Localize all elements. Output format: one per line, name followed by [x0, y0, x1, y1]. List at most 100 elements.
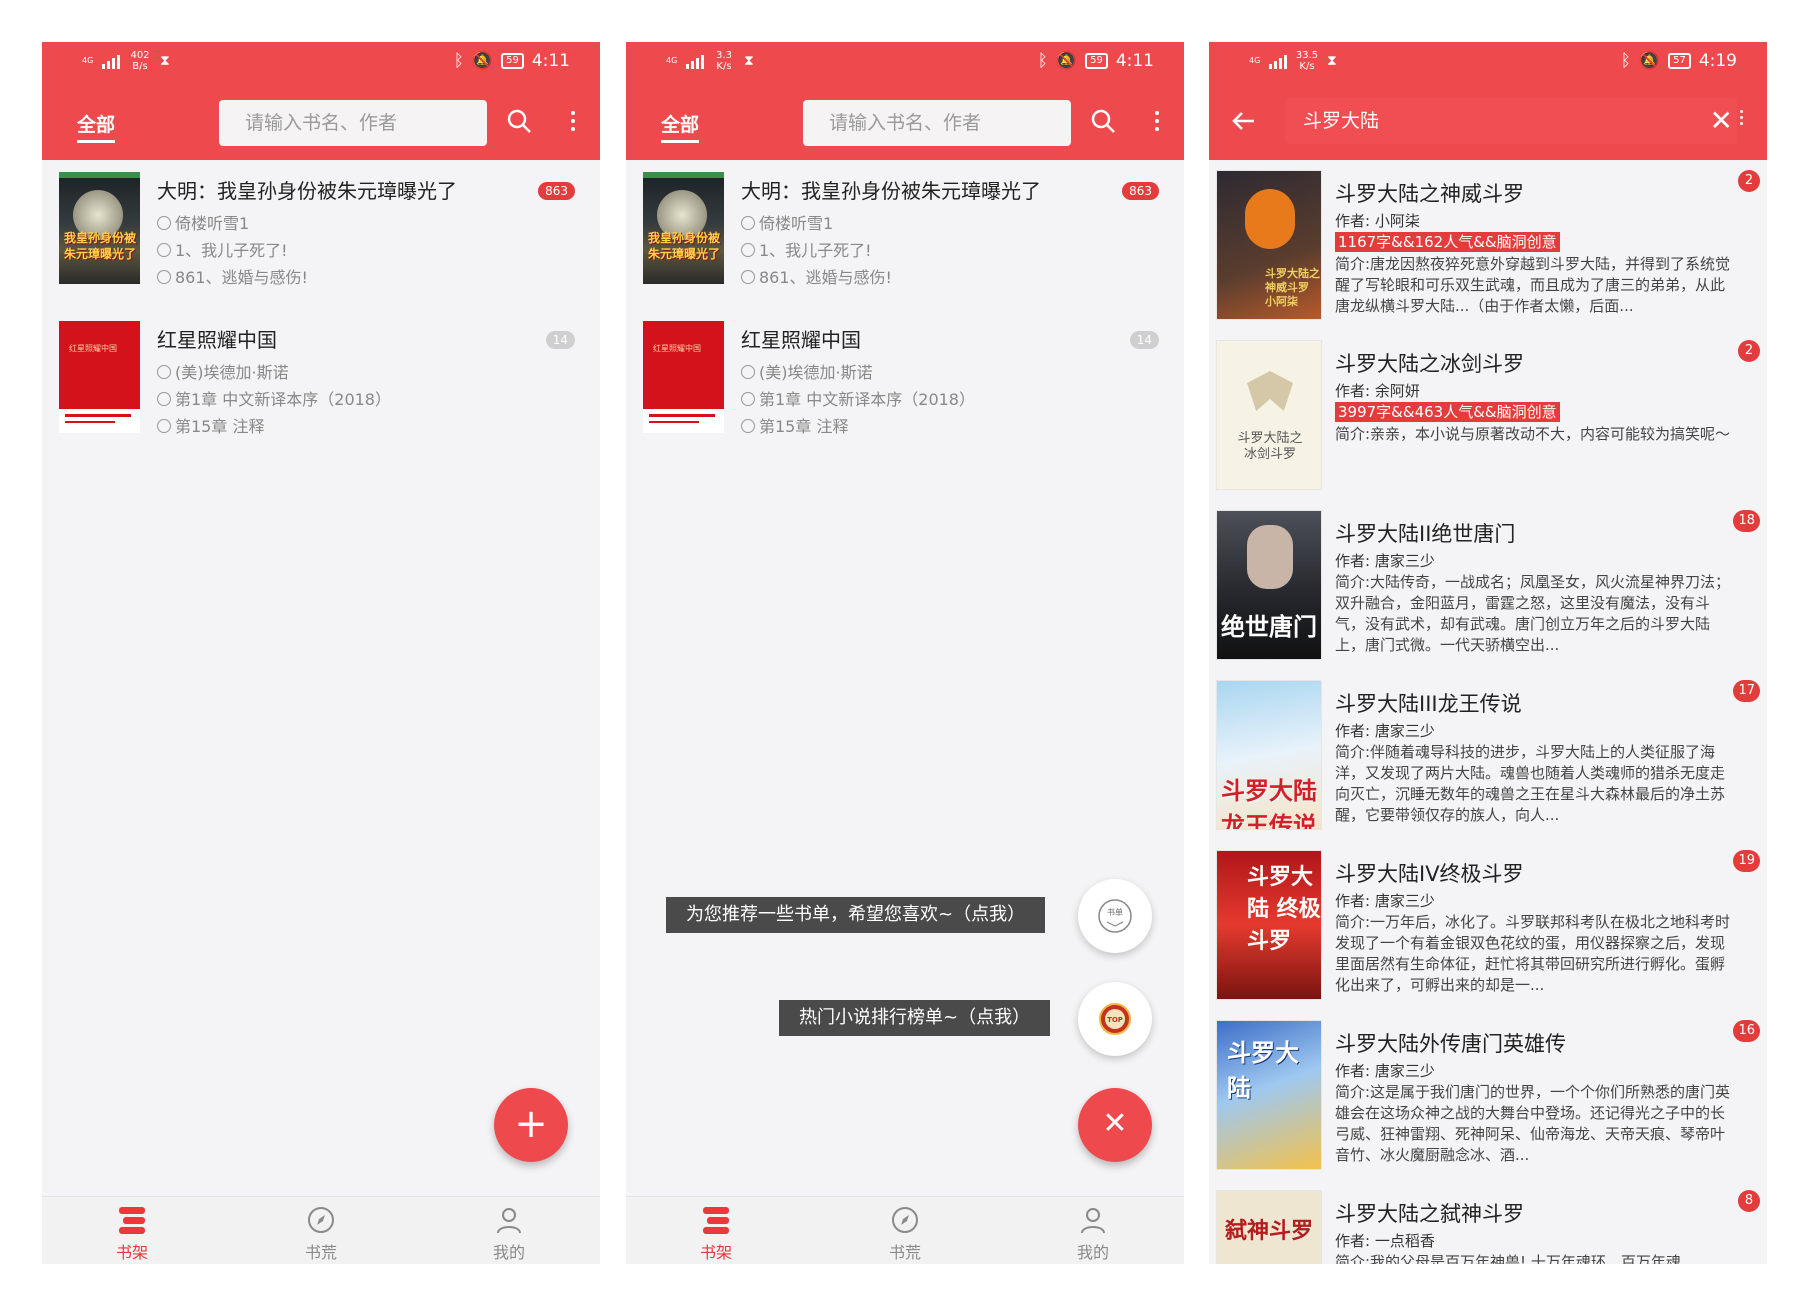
- book-current-chapter: 第15章 注释: [741, 413, 848, 437]
- bookshelf-screen: 4G 402 B/s ⧗ ᛒ 🔕 59 4:11 全部 请输入书名、作者 我皇孙…: [42, 42, 600, 1264]
- result-count-badge: 2: [1738, 170, 1760, 192]
- search-result-item[interactable]: 斗罗大陆 龙王传说 斗罗大陆III龙王传说 作者: 唐家三少 简介:伴随着魂导科…: [1209, 670, 1767, 840]
- bookshelf-icon: [119, 1207, 145, 1234]
- battery-icon: 59: [501, 53, 524, 69]
- search-result-item[interactable]: 斗罗大陆 斗罗大陆外传唐门英雄传 作者: 唐家三少 简介:这是属于我们唐门的世界…: [1209, 1010, 1767, 1180]
- clock: 4:19: [1698, 51, 1737, 71]
- booklist-fab-button[interactable]: 书单: [1078, 879, 1152, 953]
- result-author: 作者: 余阿妍: [1335, 382, 1420, 400]
- top-rank-icon: TOP: [1099, 1003, 1131, 1035]
- ranking-tip[interactable]: 热门小说排行榜单~（点我）: [779, 1000, 1051, 1036]
- nav-profile[interactable]: 我的: [469, 1205, 549, 1263]
- unread-badge: 14: [1129, 331, 1159, 349]
- clock-icon: [157, 392, 171, 406]
- book-cover: 斗罗大陆之冰剑斗罗: [1216, 340, 1322, 490]
- tab-all[interactable]: 全部: [661, 110, 700, 143]
- nav-discover[interactable]: 书荒: [281, 1205, 361, 1263]
- shelf-book-item[interactable]: 红星照耀中国 红星照耀中国 (美)埃德加·斯诺 第1章 中文新译本序（2018）…: [42, 309, 600, 459]
- tab-all[interactable]: 全部: [77, 110, 116, 143]
- book-author: (美)埃德加·斯诺: [741, 359, 873, 383]
- book-title: 大明：我皇孙身份被朱元璋曝光了: [157, 179, 457, 203]
- unread-badge: 863: [1122, 182, 1159, 200]
- search-result-item[interactable]: 绝世唐门 斗罗大陆II绝世唐门 作者: 唐家三少 简介:大陆传奇，一战成名；凤凰…: [1209, 500, 1767, 670]
- clear-search-icon[interactable]: ✕: [1710, 104, 1733, 137]
- result-count-badge: 18: [1733, 510, 1760, 532]
- compass-icon: [892, 1207, 918, 1233]
- ranking-fab-button[interactable]: TOP: [1078, 982, 1152, 1056]
- mute-icon: 🔕: [1638, 51, 1661, 71]
- network-speed: 3.3 K/s: [716, 50, 732, 72]
- search-input[interactable]: 请输入书名、作者: [803, 100, 1071, 146]
- result-intro: 简介:伴随着魂导科技的进步，斗罗大陆上的人类征服了海洋，又发现了两片大陆。魂兽也…: [1335, 743, 1726, 824]
- more-menu-icon[interactable]: [556, 104, 590, 138]
- booklist-icon: 书单: [1098, 899, 1132, 933]
- book-cover: 绝世唐门: [1216, 510, 1322, 660]
- bluetooth-icon: ᛒ: [1037, 51, 1048, 71]
- nav-discover[interactable]: 书荒: [865, 1205, 945, 1263]
- back-arrow-icon[interactable]: [1231, 108, 1257, 138]
- more-menu-icon[interactable]: [1140, 104, 1174, 138]
- author-icon: [741, 216, 755, 230]
- result-intro: 简介:这是属于我们唐门的世界，一个个你们所熟悉的唐门英雄会在这场众神之战的大舞台…: [1335, 1083, 1731, 1164]
- close-fab-button[interactable]: ✕: [1078, 1088, 1152, 1162]
- compass-icon: [157, 270, 171, 284]
- search-input[interactable]: 请输入书名、作者: [219, 100, 487, 146]
- search-result-item[interactable]: 斗罗大陆之神威斗罗 小阿柒 斗罗大陆之神威斗罗 作者: 小阿柒 1167字&&1…: [1209, 160, 1767, 330]
- signal-icon: [102, 53, 120, 69]
- search-result-item[interactable]: 斗罗大陆之冰剑斗罗 斗罗大陆之冰剑斗罗 作者: 余阿妍 3997字&&463人气…: [1209, 330, 1767, 500]
- top-app-bar: 全部 请输入书名、作者: [626, 82, 1184, 160]
- book-title: 红星照耀中国: [741, 328, 861, 352]
- book-cover: 我皇孙身份被朱元璋曝光了: [643, 172, 724, 284]
- user-icon: [497, 1208, 521, 1234]
- result-count-badge: 19: [1733, 850, 1760, 872]
- hourglass-icon: ⧗: [1327, 53, 1337, 69]
- search-input[interactable]: 斗罗大陆: [1285, 98, 1737, 144]
- search-icon[interactable]: [1086, 104, 1120, 138]
- bookshelf-icon: [703, 1207, 729, 1234]
- recommend-tip[interactable]: 为您推荐一些书单，希望您喜欢~（点我）: [666, 897, 1046, 933]
- add-fab-button[interactable]: +: [494, 1088, 568, 1162]
- result-author: 作者: 唐家三少: [1335, 1062, 1435, 1080]
- nav-bookshelf[interactable]: 书架: [92, 1205, 172, 1263]
- hourglass-icon: ⧗: [160, 53, 170, 69]
- result-title: 斗罗大陆之冰剑斗罗: [1335, 352, 1524, 376]
- clock-icon: [741, 243, 755, 257]
- svg-text:书单: 书单: [1107, 907, 1123, 917]
- result-count-badge: 17: [1733, 680, 1760, 702]
- shelf-book-item[interactable]: 红星照耀中国 红星照耀中国 (美)埃德加·斯诺 第1章 中文新译本序（2018）…: [626, 309, 1184, 459]
- result-author: 作者: 一点稻香: [1335, 1232, 1435, 1250]
- result-title: 斗罗大陆之神威斗罗: [1335, 182, 1524, 206]
- book-cover: 弑神斗罗: [1216, 1190, 1322, 1264]
- more-menu-icon[interactable]: [1740, 110, 1743, 125]
- book-cover: 斗罗大陆之神威斗罗 小阿柒: [1216, 170, 1322, 320]
- nav-profile[interactable]: 我的: [1053, 1205, 1133, 1263]
- battery-icon: 59: [1085, 53, 1108, 69]
- battery-icon: 57: [1668, 53, 1691, 69]
- result-intro: 简介:一万年后，冰化了。斗罗联邦科考队在极北之地科考时发现了一个有着金银双色花纹…: [1335, 913, 1731, 994]
- shelf-book-item[interactable]: 我皇孙身份被朱元璋曝光了 大明：我皇孙身份被朱元璋曝光了 倚楼听雪1 1、我儿子…: [42, 160, 600, 310]
- compass-icon: [741, 419, 755, 433]
- result-title: 斗罗大陆外传唐门英雄传: [1335, 1032, 1566, 1056]
- search-result-item[interactable]: 弑神斗罗 斗罗大陆之弑神斗罗 作者: 一点稻香 简介:我的父母是百万年神兽! 十…: [1209, 1180, 1767, 1264]
- book-latest-chapter: 第1章 中文新译本序（2018）: [741, 386, 975, 410]
- network-type: 4G: [82, 56, 94, 65]
- search-result-item[interactable]: 斗罗大陆 终极斗罗 斗罗大陆IV终极斗罗 作者: 唐家三少 简介:一万年后，冰化…: [1209, 840, 1767, 1010]
- result-author: 作者: 唐家三少: [1335, 552, 1435, 570]
- status-bar: 4G 402 B/s ⧗ ᛒ 🔕 59 4:11: [42, 42, 600, 82]
- result-intro: 简介:大陆传奇，一战成名；凤凰圣女，风火流星神界刀法；双升融合，金阳蓝月，雷霆之…: [1335, 573, 1731, 654]
- result-title: 斗罗大陆之弑神斗罗: [1335, 1202, 1524, 1226]
- book-author: 倚楼听雪1: [741, 210, 833, 234]
- result-count-badge: 8: [1738, 1190, 1760, 1212]
- clock-icon: [741, 392, 755, 406]
- result-count-badge: 2: [1738, 340, 1760, 362]
- shelf-book-item[interactable]: 我皇孙身份被朱元璋曝光了 大明：我皇孙身份被朱元璋曝光了 倚楼听雪1 1、我儿子…: [626, 160, 1184, 310]
- book-cover: 斗罗大陆 龙王传说: [1216, 680, 1322, 830]
- clock-icon: [157, 243, 171, 257]
- author-icon: [157, 216, 171, 230]
- network-type: 4G: [1249, 56, 1261, 65]
- search-icon[interactable]: [502, 104, 536, 138]
- nav-bookshelf[interactable]: 书架: [676, 1205, 756, 1263]
- bluetooth-icon: ᛒ: [453, 51, 464, 71]
- book-current-chapter: 第15章 注释: [157, 413, 264, 437]
- book-title: 红星照耀中国: [157, 328, 277, 352]
